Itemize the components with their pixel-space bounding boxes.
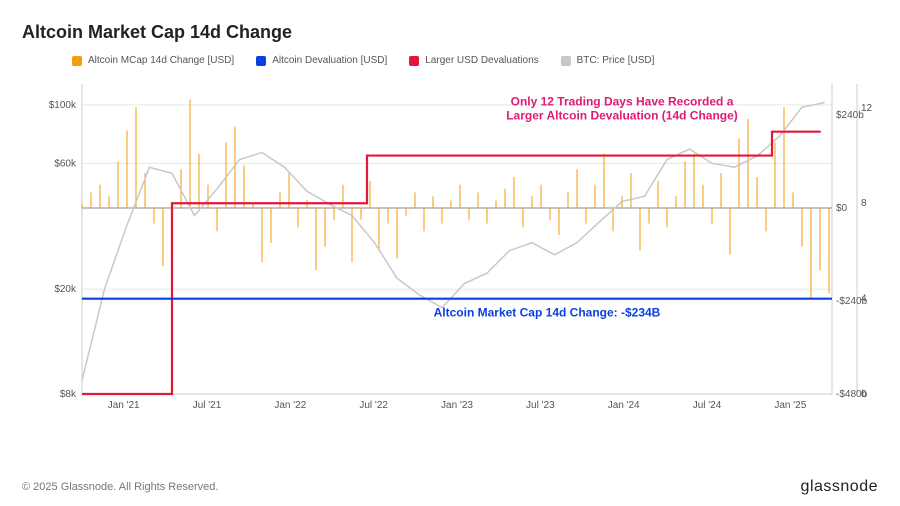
svg-text:Jul '23: Jul '23 (526, 400, 555, 411)
svg-text:Jan '22: Jan '22 (274, 400, 306, 411)
svg-text:Jul '22: Jul '22 (359, 400, 388, 411)
svg-text:Jan '23: Jan '23 (441, 400, 473, 411)
svg-text:Jul '24: Jul '24 (693, 400, 722, 411)
legend-item-larger-dev: Larger USD Devaluations (409, 55, 538, 66)
svg-text:0: 0 (861, 389, 867, 400)
svg-text:$0: $0 (836, 203, 848, 214)
svg-text:Larger Altcoin Devaluation (14: Larger Altcoin Devaluation (14d Change) (506, 109, 738, 123)
svg-text:$8k: $8k (60, 389, 77, 400)
svg-text:4: 4 (861, 294, 867, 305)
chart-title: Altcoin Market Cap 14d Change (22, 22, 878, 43)
svg-text:$240b: $240b (836, 110, 864, 121)
legend-item-btc: BTC: Price [USD] (561, 55, 655, 66)
legend-item-devaluation: Altcoin Devaluation [USD] (256, 55, 387, 66)
svg-text:Jan '21: Jan '21 (108, 400, 140, 411)
svg-text:$100k: $100k (49, 100, 77, 111)
svg-text:Altcoin Market Cap 14d Change:: Altcoin Market Cap 14d Change: -$234B (434, 306, 661, 320)
legend: Altcoin MCap 14d Change [USD] Altcoin De… (22, 55, 878, 66)
svg-text:Only 12 Trading Days Have Reco: Only 12 Trading Days Have Recorded a (511, 95, 734, 109)
svg-text:Jan '25: Jan '25 (774, 400, 806, 411)
svg-text:Jul '21: Jul '21 (193, 400, 222, 411)
legend-item-altcoin-mcap: Altcoin MCap 14d Change [USD] (72, 55, 234, 66)
copyright: © 2025 Glassnode. All Rights Reserved. (22, 481, 218, 493)
svg-text:12: 12 (861, 103, 873, 114)
chart-plot: $8k$20k$60k$100k -$480b-$240b$0$240b 048… (22, 74, 878, 444)
svg-text:8: 8 (861, 198, 867, 209)
brand-logo: glassnode (801, 478, 878, 496)
svg-text:$60k: $60k (54, 158, 77, 169)
svg-text:Jan '24: Jan '24 (608, 400, 640, 411)
svg-text:$20k: $20k (54, 284, 77, 295)
